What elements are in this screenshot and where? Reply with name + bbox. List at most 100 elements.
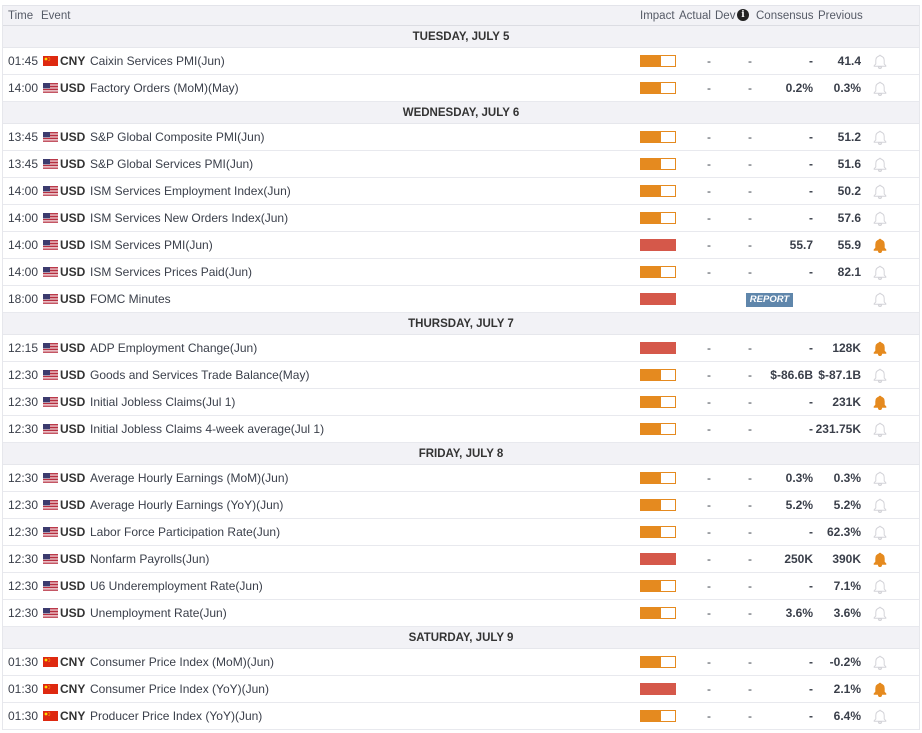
- event-time: 01:30: [8, 682, 39, 696]
- bell-icon[interactable]: [873, 265, 887, 281]
- event-actual: -: [707, 341, 711, 355]
- impact-medium-indicator: [640, 607, 676, 619]
- impact-medium-indicator: [640, 82, 676, 94]
- event-row[interactable]: 12:30 USD Average Hourly Earnings (MoM)(…: [3, 465, 919, 492]
- bell-icon[interactable]: [873, 471, 887, 487]
- event-row[interactable]: 18:00 USD FOMC Minutes REPORT: [3, 286, 919, 313]
- header-dev[interactable]: Dev: [715, 10, 735, 22]
- event-name[interactable]: Initial Jobless Claims 4-week average(Ju…: [90, 416, 324, 442]
- bell-icon[interactable]: [873, 422, 887, 438]
- bell-icon[interactable]: [873, 655, 887, 671]
- header-actual[interactable]: Actual: [679, 10, 711, 22]
- event-row[interactable]: 14:00 USD ISM Services Prices Paid(Jun) …: [3, 259, 919, 286]
- bell-active-icon[interactable]: [873, 341, 887, 357]
- day-header: TUESDAY, JULY 5: [3, 26, 919, 48]
- bell-icon[interactable]: [873, 184, 887, 200]
- event-actual: -: [707, 130, 711, 144]
- header-time[interactable]: Time: [8, 10, 33, 22]
- bell-icon[interactable]: [873, 498, 887, 514]
- event-row[interactable]: 14:00 USD ISM Services PMI(Jun) - - 55.7…: [3, 232, 919, 259]
- us-flag-icon: [43, 608, 58, 619]
- report-button[interactable]: REPORT: [746, 293, 793, 307]
- event-row[interactable]: 14:00 USD ISM Services New Orders Index(…: [3, 205, 919, 232]
- bell-active-icon[interactable]: [873, 682, 887, 698]
- event-name[interactable]: Unemployment Rate(Jun): [90, 600, 227, 626]
- event-name[interactable]: U6 Underemployment Rate(Jun): [90, 573, 263, 599]
- event-row[interactable]: 14:00 USD Factory Orders (MoM)(May) - - …: [3, 75, 919, 102]
- event-name[interactable]: ISM Services Employment Index(Jun): [90, 178, 291, 204]
- header-consensus[interactable]: Consensus: [756, 10, 814, 22]
- event-previous: 55.9: [837, 238, 861, 252]
- event-row[interactable]: 12:30 USD Unemployment Rate(Jun) - - 3.6…: [3, 600, 919, 627]
- event-row[interactable]: 01:30 CNY Producer Price Index (YoY)(Jun…: [3, 703, 919, 730]
- info-icon[interactable]: i: [737, 9, 749, 21]
- event-name[interactable]: Caixin Services PMI(Jun): [90, 48, 225, 74]
- event-actual: -: [707, 498, 711, 512]
- us-flag-icon: [43, 397, 58, 408]
- event-row[interactable]: 12:30 USD Labor Force Participation Rate…: [3, 519, 919, 546]
- bell-icon[interactable]: [873, 368, 887, 384]
- event-row[interactable]: 01:45 CNY Caixin Services PMI(Jun) - - -…: [3, 48, 919, 75]
- header-event[interactable]: Event: [41, 10, 70, 22]
- event-actual: -: [707, 157, 711, 171]
- event-name[interactable]: Labor Force Participation Rate(Jun): [90, 519, 280, 545]
- bell-icon[interactable]: [873, 292, 887, 308]
- header-impact[interactable]: Impact: [640, 10, 675, 22]
- bell-icon[interactable]: [873, 81, 887, 97]
- event-name[interactable]: Consumer Price Index (MoM)(Jun): [90, 649, 274, 675]
- bell-icon[interactable]: [873, 211, 887, 227]
- event-row[interactable]: 12:30 USD Goods and Services Trade Balan…: [3, 362, 919, 389]
- bell-icon[interactable]: [873, 130, 887, 146]
- us-flag-icon: [43, 343, 58, 354]
- event-row[interactable]: 12:30 USD Initial Jobless Claims 4-week …: [3, 416, 919, 443]
- event-name[interactable]: ADP Employment Change(Jun): [90, 335, 257, 361]
- event-time: 14:00: [8, 211, 39, 225]
- bell-active-icon[interactable]: [873, 395, 887, 411]
- event-name[interactable]: Nonfarm Payrolls(Jun): [90, 546, 209, 572]
- event-row[interactable]: 13:45 USD S&P Global Composite PMI(Jun) …: [3, 124, 919, 151]
- impact-medium-indicator: [640, 55, 676, 67]
- bell-active-icon[interactable]: [873, 238, 887, 254]
- event-name[interactable]: Factory Orders (MoM)(May): [90, 75, 239, 101]
- event-name[interactable]: Average Hourly Earnings (YoY)(Jun): [90, 492, 283, 518]
- bell-icon[interactable]: [873, 525, 887, 541]
- event-row[interactable]: 12:30 USD Average Hourly Earnings (YoY)(…: [3, 492, 919, 519]
- event-name[interactable]: Consumer Price Index (YoY)(Jun): [90, 676, 269, 702]
- us-flag-icon: [43, 500, 58, 511]
- event-name[interactable]: Producer Price Index (YoY)(Jun): [90, 703, 262, 729]
- event-name[interactable]: Goods and Services Trade Balance(May): [90, 362, 309, 388]
- event-name[interactable]: ISM Services PMI(Jun): [90, 232, 213, 258]
- event-name[interactable]: S&P Global Services PMI(Jun): [90, 151, 253, 177]
- event-row[interactable]: 13:45 USD S&P Global Services PMI(Jun) -…: [3, 151, 919, 178]
- event-name[interactable]: FOMC Minutes: [90, 286, 171, 312]
- event-row[interactable]: 12:30 USD Initial Jobless Claims(Jul 1) …: [3, 389, 919, 416]
- event-name[interactable]: Initial Jobless Claims(Jul 1): [90, 389, 235, 415]
- event-row[interactable]: 12:30 USD U6 Underemployment Rate(Jun) -…: [3, 573, 919, 600]
- bell-icon[interactable]: [873, 709, 887, 725]
- bell-icon[interactable]: [873, 579, 887, 595]
- event-name[interactable]: S&P Global Composite PMI(Jun): [90, 124, 265, 150]
- event-name[interactable]: ISM Services Prices Paid(Jun): [90, 259, 252, 285]
- event-row[interactable]: 01:30 CNY Consumer Price Index (YoY)(Jun…: [3, 676, 919, 703]
- header-previous[interactable]: Previous: [818, 10, 863, 22]
- us-flag-icon: [43, 159, 58, 170]
- event-row[interactable]: 12:30 USD Nonfarm Payrolls(Jun) - - 250K…: [3, 546, 919, 573]
- event-previous: 51.2: [837, 130, 861, 144]
- event-name[interactable]: ISM Services New Orders Index(Jun): [90, 205, 288, 231]
- event-previous: 3.6%: [833, 606, 861, 620]
- event-time: 12:30: [8, 525, 39, 539]
- impact-high-indicator: [640, 553, 676, 565]
- bell-icon[interactable]: [873, 157, 887, 173]
- event-name[interactable]: Average Hourly Earnings (MoM)(Jun): [90, 465, 289, 491]
- event-row[interactable]: 12:15 USD ADP Employment Change(Jun) - -…: [3, 335, 919, 362]
- event-time: 12:30: [8, 422, 39, 436]
- event-row[interactable]: 14:00 USD ISM Services Employment Index(…: [3, 178, 919, 205]
- bell-active-icon[interactable]: [873, 552, 887, 568]
- event-actual: -: [707, 368, 711, 382]
- bell-icon[interactable]: [873, 54, 887, 70]
- bell-icon[interactable]: [873, 606, 887, 622]
- impact-medium-indicator: [640, 423, 676, 435]
- event-previous: 82.1: [837, 265, 861, 279]
- impact-high-indicator: [640, 342, 676, 354]
- event-row[interactable]: 01:30 CNY Consumer Price Index (MoM)(Jun…: [3, 649, 919, 676]
